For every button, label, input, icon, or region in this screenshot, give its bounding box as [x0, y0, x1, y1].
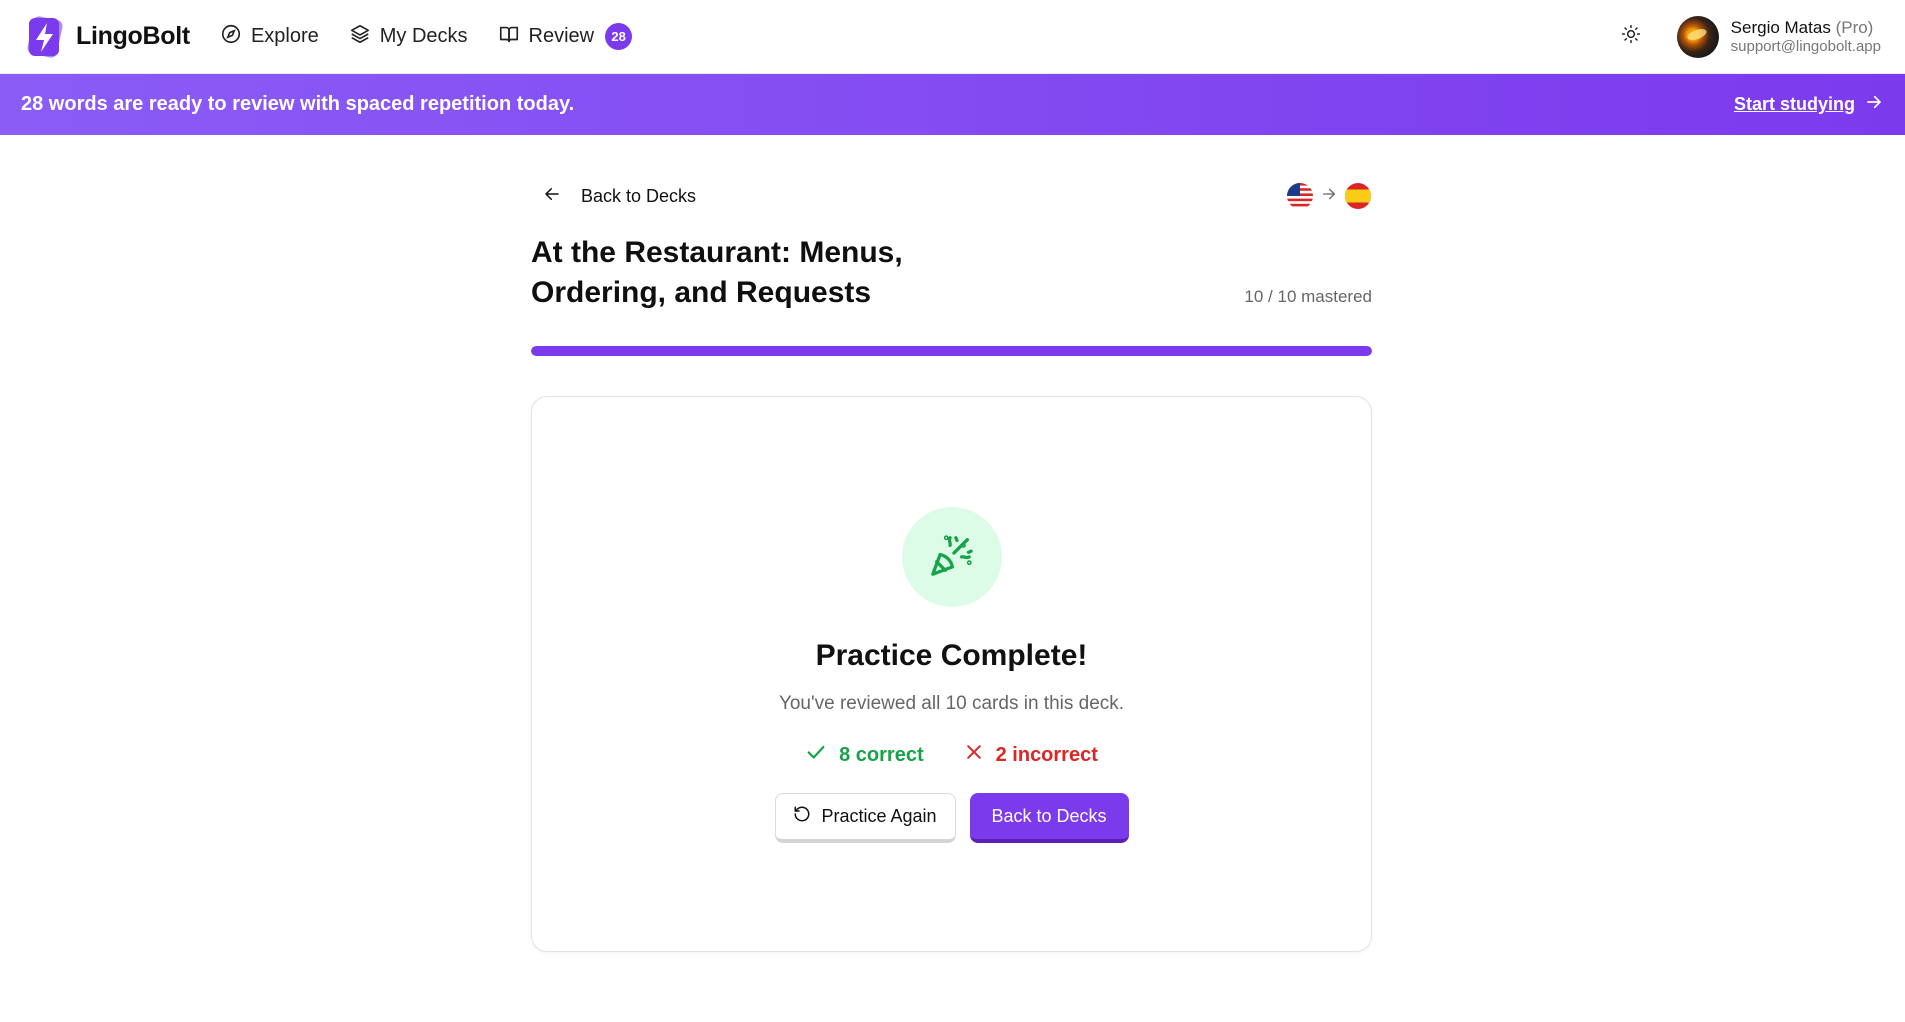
arrow-right-icon [1865, 93, 1883, 116]
back-to-decks-button[interactable]: Back to Decks [969, 793, 1129, 843]
top-right-controls: Sergio Matas (Pro) support@lingobolt.app [1611, 15, 1881, 58]
deck-progress-fill [531, 346, 1372, 356]
rotate-ccw-icon [793, 805, 811, 828]
nav-my-decks-label: My Decks [379, 25, 468, 47]
nav-explore-label: Explore [250, 25, 319, 47]
nav-review-label: Review [528, 25, 595, 47]
top-navbar: LingoBolt Explore My Decks Review 28 Ser… [0, 0, 1905, 74]
user-email: support@lingobolt.app [1730, 37, 1881, 55]
sun-icon [1621, 24, 1641, 49]
x-icon [964, 742, 984, 768]
nav-review[interactable]: Review 28 [498, 23, 633, 51]
us-flag-icon [1287, 183, 1313, 209]
start-studying-label: Start studying [1733, 94, 1855, 114]
banner-text: 28 words are ready to review with spaced… [21, 93, 575, 115]
arrow-left-icon [543, 185, 561, 208]
check-icon [805, 741, 827, 769]
app-name: LingoBolt [76, 22, 190, 50]
deck-practice-page: Back to Decks At the Restaurant: Menus, … [531, 135, 1372, 952]
deck-title-row: At the Restaurant: Menus, Ordering, and … [531, 233, 1372, 313]
incorrect-stat: 2 incorrect [964, 741, 1098, 769]
review-banner: 28 words are ready to review with spaced… [0, 74, 1905, 135]
start-studying-link[interactable]: Start studying [1734, 93, 1883, 116]
spain-flag-icon [1345, 183, 1371, 209]
result-actions: Practice Again Back to Decks [774, 793, 1129, 843]
user-menu[interactable]: Sergio Matas (Pro) support@lingobolt.app [1676, 15, 1881, 58]
user-name-line: Sergio Matas (Pro) [1731, 18, 1881, 38]
practice-again-button[interactable]: Practice Again [774, 793, 956, 843]
mastered-count: 10 / 10 mastered [1244, 287, 1372, 306]
practice-complete-card: Practice Complete! You've reviewed all 1… [531, 396, 1372, 952]
arrow-right-icon [1321, 186, 1337, 207]
lightning-logo-icon [24, 14, 66, 60]
party-popper-icon [929, 532, 975, 583]
book-open-icon [498, 23, 520, 51]
user-name: Sergio Matas [1730, 18, 1831, 38]
user-plan: (Pro) [1835, 18, 1874, 38]
avatar [1676, 15, 1719, 58]
deck-header-row: Back to Decks [531, 181, 1372, 211]
practice-stats: 8 correct 2 incorrect [805, 741, 1098, 769]
nav-my-decks[interactable]: My Decks [349, 23, 468, 51]
user-info: Sergio Matas (Pro) support@lingobolt.app [1731, 18, 1881, 55]
layers-icon [349, 23, 371, 51]
celebration-badge [901, 507, 1002, 607]
practice-again-label: Practice Again [821, 806, 937, 826]
compass-icon [220, 23, 242, 51]
back-to-decks-label: Back to Decks [581, 185, 697, 206]
correct-stat: 8 correct [805, 741, 924, 769]
practice-complete-subtitle: You've reviewed all 10 cards in this dec… [778, 693, 1125, 714]
deck-title: At the Restaurant: Menus, Ordering, and … [531, 236, 903, 309]
back-to-decks-link[interactable]: Back to Decks [531, 185, 696, 208]
language-pair [1287, 183, 1372, 209]
practice-complete-title: Practice Complete! [815, 639, 1088, 672]
main-nav: Explore My Decks Review 28 [220, 23, 633, 51]
correct-count: 8 correct [839, 743, 924, 766]
app-logo[interactable]: LingoBolt [24, 14, 190, 60]
nav-explore[interactable]: Explore [220, 23, 319, 51]
deck-progress-bar [531, 346, 1372, 356]
incorrect-count: 2 incorrect [995, 743, 1098, 766]
theme-toggle-button[interactable] [1611, 17, 1651, 57]
review-count-badge: 28 [605, 23, 633, 50]
